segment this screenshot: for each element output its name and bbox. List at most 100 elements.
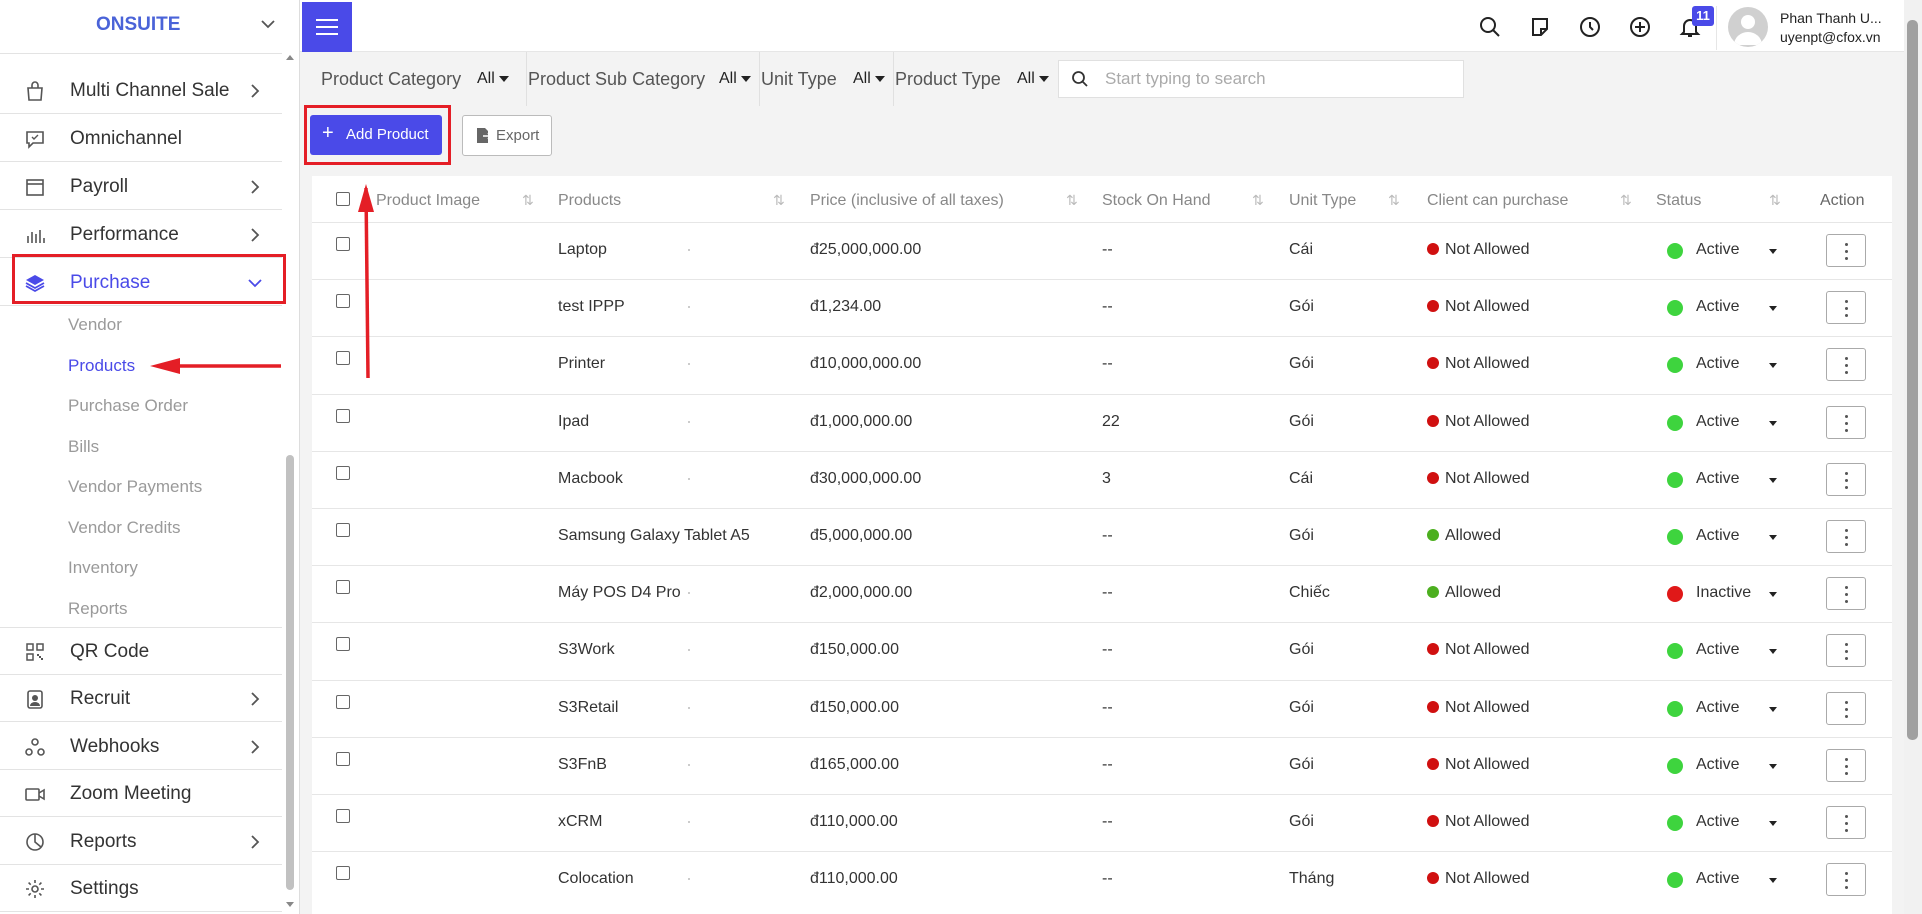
chevron-down-icon[interactable]	[258, 14, 278, 34]
product-name[interactable]: xCRM	[558, 813, 602, 831]
caret-down-icon[interactable]	[1769, 363, 1777, 368]
status-select[interactable]: Active	[1696, 241, 1740, 259]
kebab-menu-button[interactable]	[1826, 291, 1866, 324]
chevron-right-icon[interactable]	[246, 82, 264, 100]
kebab-menu-button[interactable]	[1826, 520, 1866, 553]
sort-icon[interactable]: ⇅	[1769, 192, 1781, 209]
status-select[interactable]: Active	[1696, 870, 1740, 888]
caret-down-icon[interactable]	[1769, 535, 1777, 540]
table-row[interactable]: Laptop đ25,000,000.00 -- Cái Not Allowed Acti…	[312, 222, 1892, 279]
kebab-menu-button[interactable]	[1826, 348, 1866, 381]
sort-icon[interactable]: ⇅	[1066, 192, 1078, 209]
brand-header[interactable]: ONSUITE	[0, 0, 300, 50]
table-row[interactable]: Colocation đ110,000.00 -- Tháng Not Allowed A…	[312, 851, 1892, 908]
sort-icon[interactable]: ⇅	[773, 192, 785, 209]
menu-toggle-button[interactable]	[302, 2, 352, 52]
chevron-right-icon[interactable]	[246, 178, 264, 196]
sort-icon[interactable]: ⇅	[1620, 192, 1632, 209]
row-checkbox[interactable]	[336, 752, 350, 766]
status-select[interactable]: Active	[1696, 699, 1740, 717]
table-row[interactable]: Ipad đ1,000,000.00 22 Gói Not Allowed Active	[312, 394, 1892, 451]
product-name[interactable]: S3Retail	[558, 699, 618, 717]
row-checkbox[interactable]	[336, 466, 350, 480]
row-checkbox[interactable]	[336, 866, 350, 880]
submenu-item-inventory[interactable]: Inventory	[68, 558, 138, 578]
kebab-menu-button[interactable]	[1826, 463, 1866, 496]
page-scroll-thumb[interactable]	[1907, 20, 1918, 740]
row-checkbox[interactable]	[336, 580, 350, 594]
user-name[interactable]: Phan Thanh U...	[1780, 10, 1882, 26]
kebab-menu-button[interactable]	[1826, 406, 1866, 439]
kebab-menu-button[interactable]	[1826, 749, 1866, 782]
product-sub-category-select[interactable]: All	[719, 70, 751, 88]
submenu-item-purchase-order[interactable]: Purchase Order	[68, 396, 188, 416]
status-select[interactable]: Active	[1696, 470, 1740, 488]
column-header-stock-on-hand[interactable]: Stock On Hand	[1102, 192, 1211, 210]
product-name[interactable]: S3FnB	[558, 756, 607, 774]
search-field[interactable]	[1058, 60, 1464, 98]
kebab-menu-button[interactable]	[1826, 634, 1866, 667]
kebab-menu-button[interactable]	[1826, 806, 1866, 839]
note-icon[interactable]	[1528, 15, 1552, 39]
sort-icon[interactable]: ⇅	[1388, 192, 1400, 209]
product-name[interactable]: Ipad	[558, 413, 589, 431]
caret-down-icon[interactable]	[1769, 478, 1777, 483]
caret-down-icon[interactable]	[1769, 764, 1777, 769]
sidebar-item-multi-channel-sale[interactable]: Multi Channel Sale	[0, 67, 282, 114]
kebab-menu-button[interactable]	[1826, 234, 1866, 267]
caret-down-icon[interactable]	[1769, 421, 1777, 426]
submenu-item-vendor-payments[interactable]: Vendor Payments	[68, 477, 202, 497]
status-select[interactable]: Active	[1696, 756, 1740, 774]
table-row[interactable]: Printer đ10,000,000.00 -- Gói Not Allowed Act…	[312, 336, 1892, 393]
product-name[interactable]: Máy POS D4 Pro	[558, 584, 681, 602]
clock-icon[interactable]	[1578, 15, 1602, 39]
row-checkbox[interactable]	[336, 809, 350, 823]
table-row[interactable]: Samsung Galaxy Tablet A5 đ5,000,000.00 -- G…	[312, 508, 1892, 565]
avatar[interactable]	[1728, 7, 1768, 47]
product-name[interactable]: Colocation	[558, 870, 634, 888]
status-select[interactable]: Active	[1696, 355, 1740, 373]
sidebar-item-zoom-meeting[interactable]: Zoom Meeting	[0, 770, 282, 817]
sidebar-item-settings[interactable]: Settings	[0, 865, 282, 912]
kebab-menu-button[interactable]	[1826, 692, 1866, 725]
sort-icon[interactable]: ⇅	[1252, 192, 1264, 209]
row-checkbox[interactable]	[336, 637, 350, 651]
chevron-right-icon[interactable]	[246, 833, 264, 851]
table-row[interactable]: S3FnB đ165,000.00 -- Gói Not Allowed Active	[312, 737, 1892, 794]
scroll-down-icon[interactable]	[284, 900, 296, 910]
caret-down-icon[interactable]	[1769, 878, 1777, 883]
chevron-right-icon[interactable]	[246, 738, 264, 756]
unit-type-select[interactable]: All	[853, 70, 885, 88]
submenu-item-reports[interactable]: Reports	[68, 599, 128, 619]
submenu-item-bills[interactable]: Bills	[68, 437, 99, 457]
product-name[interactable]: Printer	[558, 355, 605, 373]
product-category-select[interactable]: All	[477, 70, 509, 88]
chevron-right-icon[interactable]	[246, 690, 264, 708]
sidebar-item-reports[interactable]: Reports	[0, 818, 282, 865]
table-row[interactable]: S3Retail đ150,000.00 -- Gói Not Allowed Activ…	[312, 680, 1892, 737]
product-name[interactable]: test IPPP	[558, 298, 625, 316]
sidebar-scroll-thumb[interactable]	[286, 455, 294, 890]
submenu-item-vendor-credits[interactable]: Vendor Credits	[68, 518, 180, 538]
product-name[interactable]: Laptop	[558, 241, 607, 259]
caret-down-icon[interactable]	[1769, 249, 1777, 254]
status-select[interactable]: Inactive	[1696, 584, 1751, 602]
caret-down-icon[interactable]	[1769, 707, 1777, 712]
scroll-up-icon[interactable]	[284, 52, 296, 62]
submenu-item-vendor[interactable]: Vendor	[68, 315, 122, 335]
kebab-menu-button[interactable]	[1826, 577, 1866, 610]
row-checkbox[interactable]	[336, 523, 350, 537]
sort-icon[interactable]: ⇅	[522, 192, 534, 209]
column-header-price-inclusive-of-all-taxes[interactable]: Price (inclusive of all taxes)	[810, 192, 1004, 210]
column-header-unit-type[interactable]: Unit Type	[1289, 192, 1356, 210]
export-button[interactable]: Export	[462, 115, 552, 156]
product-name[interactable]: Macbook	[558, 470, 623, 488]
status-select[interactable]: Active	[1696, 527, 1740, 545]
column-header-product-image[interactable]: Product Image	[376, 192, 480, 210]
caret-down-icon[interactable]	[1769, 306, 1777, 311]
table-row[interactable]: xCRM đ110,000.00 -- Gói Not Allowed Active	[312, 794, 1892, 851]
sidebar-item-performance[interactable]: Performance	[0, 211, 282, 258]
row-checkbox[interactable]	[336, 695, 350, 709]
column-header-products[interactable]: Products	[558, 192, 621, 210]
row-checkbox[interactable]	[336, 409, 350, 423]
